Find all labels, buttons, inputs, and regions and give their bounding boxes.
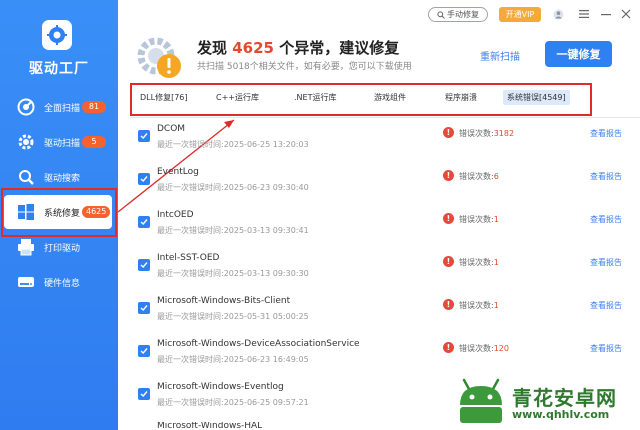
nav-label: 硬件信息: [44, 278, 81, 289]
view-report-link[interactable]: 查看报告: [590, 300, 622, 311]
last-error-time: 最近一次错误时间:2025-05-31 05:00:25: [157, 312, 309, 321]
hard-drive-icon: [16, 272, 36, 292]
error-source-name: Intel-SST-OED: [157, 253, 220, 263]
error-source-name: Microsoft-Windows-HAL: [157, 422, 263, 430]
error-icon: !: [443, 256, 454, 267]
nav-item-hardware-info[interactable]: 硬件信息: [0, 265, 118, 299]
list-item: Microsoft-Windows-DeviceAssociationServi…: [130, 339, 640, 382]
error-count-label: 错误次数:: [459, 172, 494, 181]
error-count-text: 错误次数:1: [459, 257, 499, 268]
page-subtitle: 共扫描 5018个相关文件，如有必要，您可以下载使用: [197, 62, 412, 72]
row-checkbox[interactable]: [138, 345, 150, 357]
error-count-text: 错误次数:3182: [459, 128, 514, 139]
search-icon: [16, 167, 36, 187]
list-item: EventLog 最近一次错误时间:2025-06-23 09:30:40 ! …: [130, 167, 640, 210]
rescan-link[interactable]: 重新扫描: [480, 48, 520, 63]
error-icon: !: [443, 127, 454, 138]
warning-gear-icon: [134, 34, 186, 82]
view-report-link[interactable]: 查看报告: [590, 214, 622, 225]
view-report-link[interactable]: 查看报告: [590, 171, 622, 182]
title-suffix: 个异常，建议修复: [279, 39, 400, 57]
nav-label: 全面扫描: [44, 103, 81, 114]
error-source-name: IntcOED: [157, 210, 194, 220]
error-count-label: 错误次数:: [459, 129, 494, 138]
view-report-link[interactable]: 查看报告: [590, 257, 622, 268]
last-error-time: 最近一次错误时间:2025-03-13 09:30:30: [157, 269, 309, 278]
error-source-name: DCOM: [157, 124, 186, 134]
watermark-url: www.qhhlv.com: [512, 408, 610, 421]
error-count-label: 错误次数:: [459, 344, 494, 353]
user-avatar-icon[interactable]: [552, 8, 564, 20]
row-checkbox[interactable]: [138, 259, 150, 271]
printer-icon: [16, 237, 36, 257]
list-item: DCOM 最近一次错误时间:2025-06-25 13:20:03 ! 错误次数…: [130, 124, 640, 167]
repair-all-button[interactable]: 一键修复: [545, 41, 612, 67]
error-count-label: 错误次数:: [459, 258, 494, 267]
last-error-time: 最近一次错误时间:2025-06-25 13:20:03: [157, 140, 309, 149]
error-icon: !: [443, 170, 454, 181]
scan-icon: [16, 97, 36, 117]
error-source-name: Microsoft-Windows-Eventlog: [157, 382, 284, 392]
nav-label: 驱动扫描: [44, 138, 81, 149]
gear-logo-icon: [47, 25, 67, 45]
last-error-time: 最近一次错误时间:2025-06-23 16:49:05: [157, 355, 309, 364]
error-count-text: 错误次数:6: [459, 171, 499, 182]
watermark-logo: [455, 375, 507, 425]
error-icon: !: [443, 342, 454, 353]
error-source-name: Microsoft-Windows-Bits-Client: [157, 296, 291, 306]
row-checkbox[interactable]: [138, 216, 150, 228]
title-count: 4625: [232, 39, 274, 57]
error-source-name: EventLog: [157, 167, 199, 177]
error-source-name: Microsoft-Windows-DeviceAssociationServi…: [157, 339, 360, 349]
minimize-icon[interactable]: [600, 8, 612, 20]
list-item: IntcOED 最近一次错误时间:2025-03-13 09:30:41 ! 错…: [130, 210, 640, 253]
close-icon[interactable]: [620, 8, 632, 20]
app-name: 驱动工厂: [29, 61, 89, 77]
error-count-value: 6: [493, 172, 499, 181]
nav-label: 打印驱动: [44, 243, 81, 254]
search-icon: [437, 10, 445, 19]
gear-icon: [16, 132, 36, 152]
menu-icon[interactable]: [578, 8, 590, 20]
row-checkbox[interactable]: [138, 173, 150, 185]
list-item: Microsoft-Windows-Bits-Client 最近一次错误时间:2…: [130, 296, 640, 339]
nav-label: 驱动搜索: [44, 173, 81, 184]
list-item: Intel-SST-OED 最近一次错误时间:2025-03-13 09:30:…: [130, 253, 640, 296]
error-count-text: 错误次数:120: [459, 343, 509, 354]
row-checkbox[interactable]: [138, 302, 150, 314]
view-report-link[interactable]: 查看报告: [590, 343, 622, 354]
nav-item-printer-driver[interactable]: 打印驱动: [0, 230, 118, 264]
last-error-time: 最近一次错误时间:2025-03-13 09:30:41: [157, 226, 309, 235]
manual-repair-button[interactable]: 手动修复: [428, 7, 488, 22]
row-checkbox[interactable]: [138, 388, 150, 400]
app-logo: [42, 20, 72, 50]
error-count-value: 120: [493, 344, 509, 353]
error-count-label: 错误次数:: [459, 215, 494, 224]
error-icon: !: [443, 213, 454, 224]
list-item: Microsoft-Windows-HAL: [130, 422, 640, 430]
last-error-time: 最近一次错误时间:2025-06-23 09:30:40: [157, 183, 309, 192]
error-count-label: 错误次数:: [459, 301, 494, 310]
error-count-value: 1: [493, 258, 499, 267]
last-error-time: 最近一次错误时间:2025-06-25 09:57:21: [157, 398, 309, 407]
manual-repair-label: 手动修复: [447, 10, 479, 19]
vip-button[interactable]: 开通VIP: [499, 7, 541, 22]
error-count-text: 错误次数:1: [459, 300, 499, 311]
view-report-link[interactable]: 查看报告: [590, 128, 622, 139]
row-checkbox[interactable]: [138, 130, 150, 142]
error-count-text: 错误次数:1: [459, 214, 499, 225]
page-title: 发现 4625 个异常，建议修复: [197, 37, 399, 58]
watermark-title: 青花安卓网: [512, 386, 617, 410]
error-count-value: 1: [493, 215, 499, 224]
title-prefix: 发现: [197, 39, 228, 57]
error-count-value: 1: [493, 301, 499, 310]
error-icon: !: [443, 299, 454, 310]
error-count-value: 3182: [493, 129, 515, 138]
